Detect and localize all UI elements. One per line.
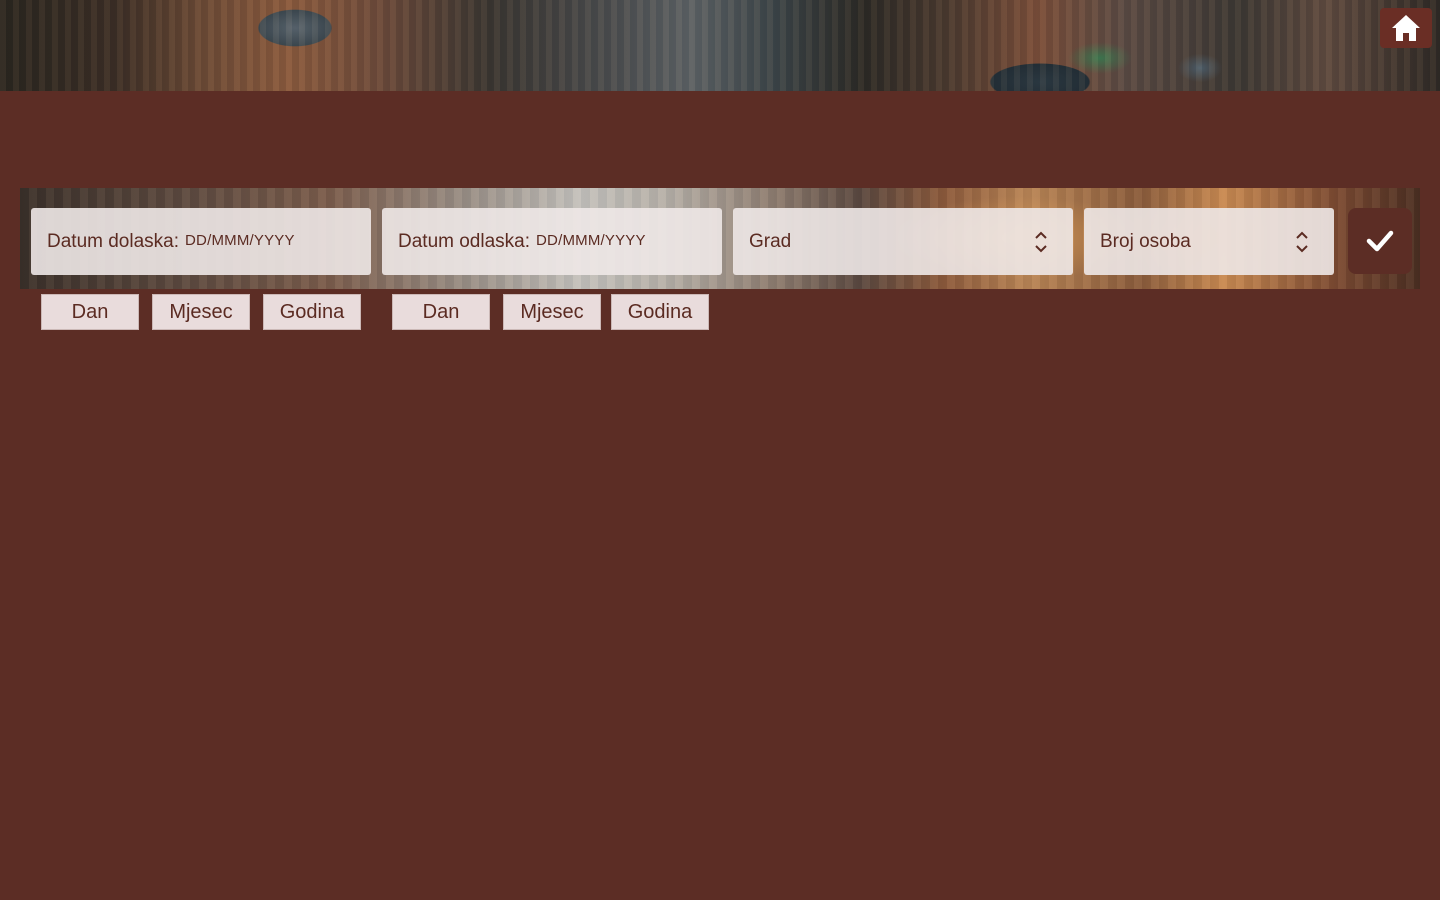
- updown-chevron-icon: [1296, 231, 1308, 252]
- city-select[interactable]: Grad: [733, 208, 1073, 275]
- updown-chevron-icon: [1035, 231, 1047, 252]
- submit-button[interactable]: [1348, 208, 1412, 274]
- header-banner-image: [0, 0, 1440, 91]
- persons-select-label: Broj osoba: [1100, 230, 1191, 252]
- arrival-year-button[interactable]: Godina: [263, 294, 361, 330]
- departure-year-button[interactable]: Godina: [611, 294, 709, 330]
- arrival-date-placeholder: DD/MMM/YYYY: [185, 231, 295, 249]
- departure-date-label: Datum odlaska:: [398, 230, 531, 252]
- persons-select[interactable]: Broj osoba: [1084, 208, 1334, 275]
- arrival-date-label: Datum dolaska:: [47, 230, 180, 252]
- departure-date-field[interactable]: Datum odlaska: DD/MMM/YYYY: [382, 208, 722, 275]
- departure-month-button[interactable]: Mjesec: [503, 294, 601, 330]
- city-select-label: Grad: [749, 230, 792, 252]
- departure-date-placeholder: DD/MMM/YYYY: [536, 231, 646, 249]
- arrival-date-field[interactable]: Datum dolaska: DD/MMM/YYYY: [31, 208, 371, 275]
- home-icon: [1392, 15, 1420, 41]
- departure-day-button[interactable]: Dan: [392, 294, 490, 330]
- home-button[interactable]: [1380, 8, 1432, 48]
- checkmark-icon: [1366, 230, 1394, 252]
- arrival-month-button[interactable]: Mjesec: [152, 294, 250, 330]
- arrival-day-button[interactable]: Dan: [41, 294, 139, 330]
